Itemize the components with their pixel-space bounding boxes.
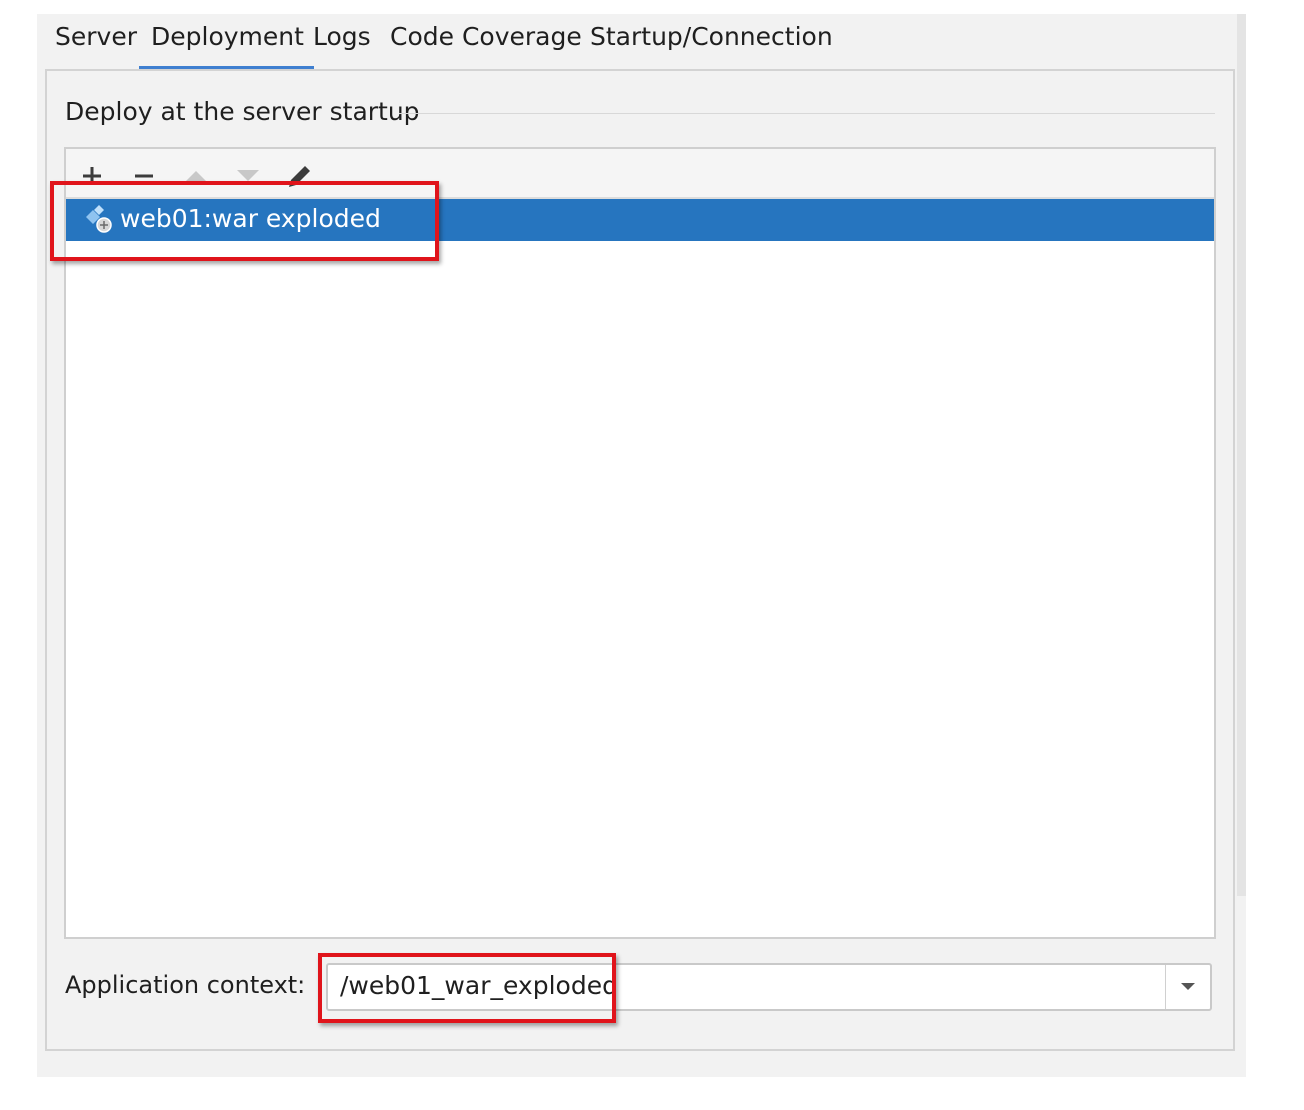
application-context-combobox[interactable]: /web01_war_exploded <box>326 963 1212 1011</box>
tab-code-coverage[interactable]: Code Coverage <box>390 20 582 68</box>
chevron-down-icon[interactable] <box>1166 965 1210 1009</box>
section-title: Deploy at the server startup <box>65 97 420 126</box>
application-context-label: Application context: <box>65 971 306 999</box>
tab-logs[interactable]: Logs <box>313 20 371 68</box>
arrow-up-icon[interactable] <box>176 155 216 197</box>
run-configuration-panel: Server Deployment Logs Code Coverage Sta… <box>37 14 1246 1077</box>
deployment-panel: Deploy at the server startup web01:war e… <box>45 69 1235 1051</box>
tab-bar: Server Deployment Logs Code Coverage Sta… <box>37 14 1237 70</box>
add-icon[interactable] <box>72 155 112 197</box>
section-divider <box>399 113 1215 114</box>
artifact-row-web01[interactable]: web01:war exploded <box>66 199 1214 241</box>
tab-deployment[interactable]: Deployment <box>139 20 314 70</box>
list-toolbar <box>66 149 1214 199</box>
artifact-icon <box>82 205 114 235</box>
arrow-down-icon[interactable] <box>228 155 268 197</box>
artifact-list: web01:war exploded <box>64 147 1216 939</box>
artifact-label: web01:war exploded <box>120 204 381 233</box>
application-context-value[interactable]: /web01_war_exploded <box>340 969 618 1003</box>
tab-startup-connection[interactable]: Startup/Connection <box>590 20 833 68</box>
pencil-icon[interactable] <box>280 155 320 197</box>
tab-server[interactable]: Server <box>55 20 137 68</box>
vertical-scrollbar[interactable] <box>1237 14 1246 896</box>
remove-icon[interactable] <box>124 155 164 197</box>
